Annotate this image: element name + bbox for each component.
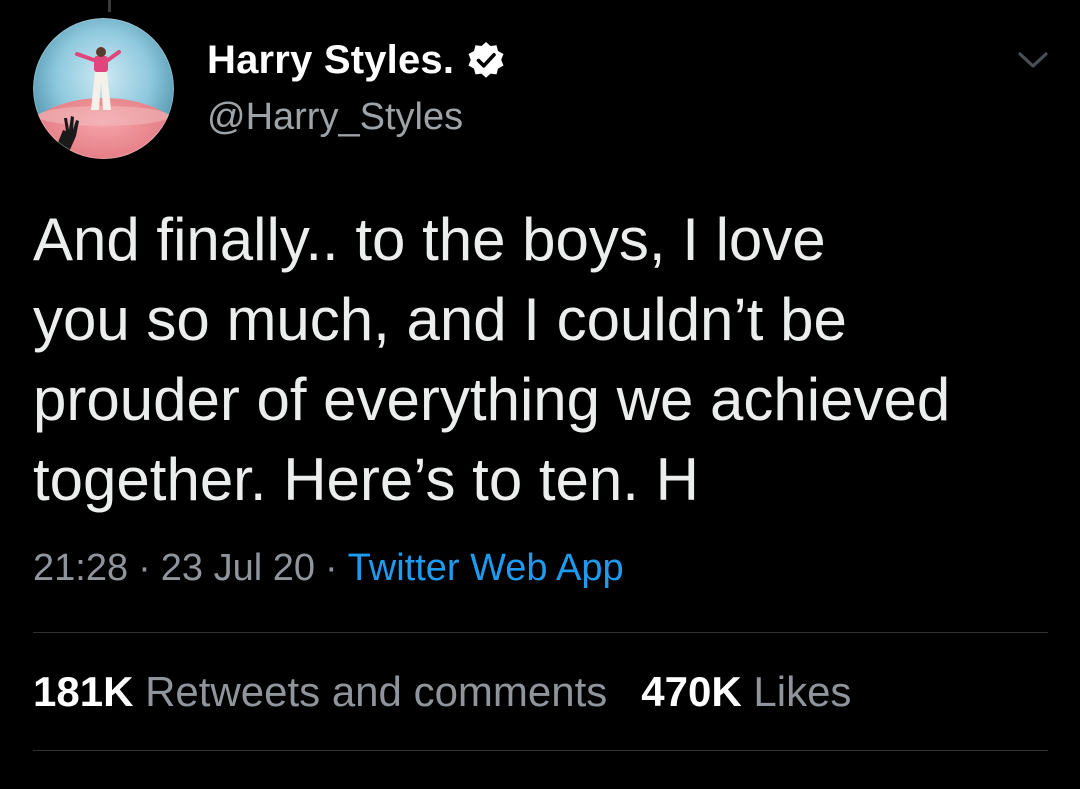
meta-separator: · — [138, 547, 151, 589]
avatar[interactable] — [33, 18, 174, 159]
display-name[interactable]: Harry Styles. — [207, 38, 454, 83]
name-row: Harry Styles. — [207, 32, 506, 88]
tweet-metadata: 21:28 · 23 Jul 20 · Twitter Web App — [33, 547, 624, 590]
avatar-image — [33, 18, 174, 159]
tweet-detail: Harry Styles. @Harry_Styles And finally.… — [0, 0, 1080, 789]
divider — [33, 632, 1048, 633]
chevron-down-icon[interactable] — [1016, 48, 1050, 72]
tweet-source-link[interactable]: Twitter Web App — [348, 547, 624, 589]
likes-stat[interactable]: 470K Likes — [641, 668, 851, 715]
likes-count: 470K — [641, 668, 742, 715]
likes-label: Likes — [753, 668, 852, 715]
tweet-author[interactable]: Harry Styles. @Harry_Styles — [207, 32, 506, 139]
tweet-text: And finally.. to the boys, I love you so… — [33, 206, 951, 513]
verified-badge-icon — [468, 42, 504, 78]
retweets-stat[interactable]: 181K Retweets and comments — [33, 668, 607, 715]
tweet-time[interactable]: 21:28 — [33, 547, 128, 589]
tweet-date[interactable]: 23 Jul 20 — [161, 547, 315, 589]
divider — [33, 750, 1048, 751]
meta-separator: · — [324, 547, 338, 589]
tweet-stats: 181K Retweets and comments 470K Likes — [33, 668, 851, 716]
user-handle[interactable]: @Harry_Styles — [207, 96, 506, 139]
retweets-label: Retweets and comments — [145, 668, 608, 715]
retweets-count: 181K — [33, 668, 134, 715]
